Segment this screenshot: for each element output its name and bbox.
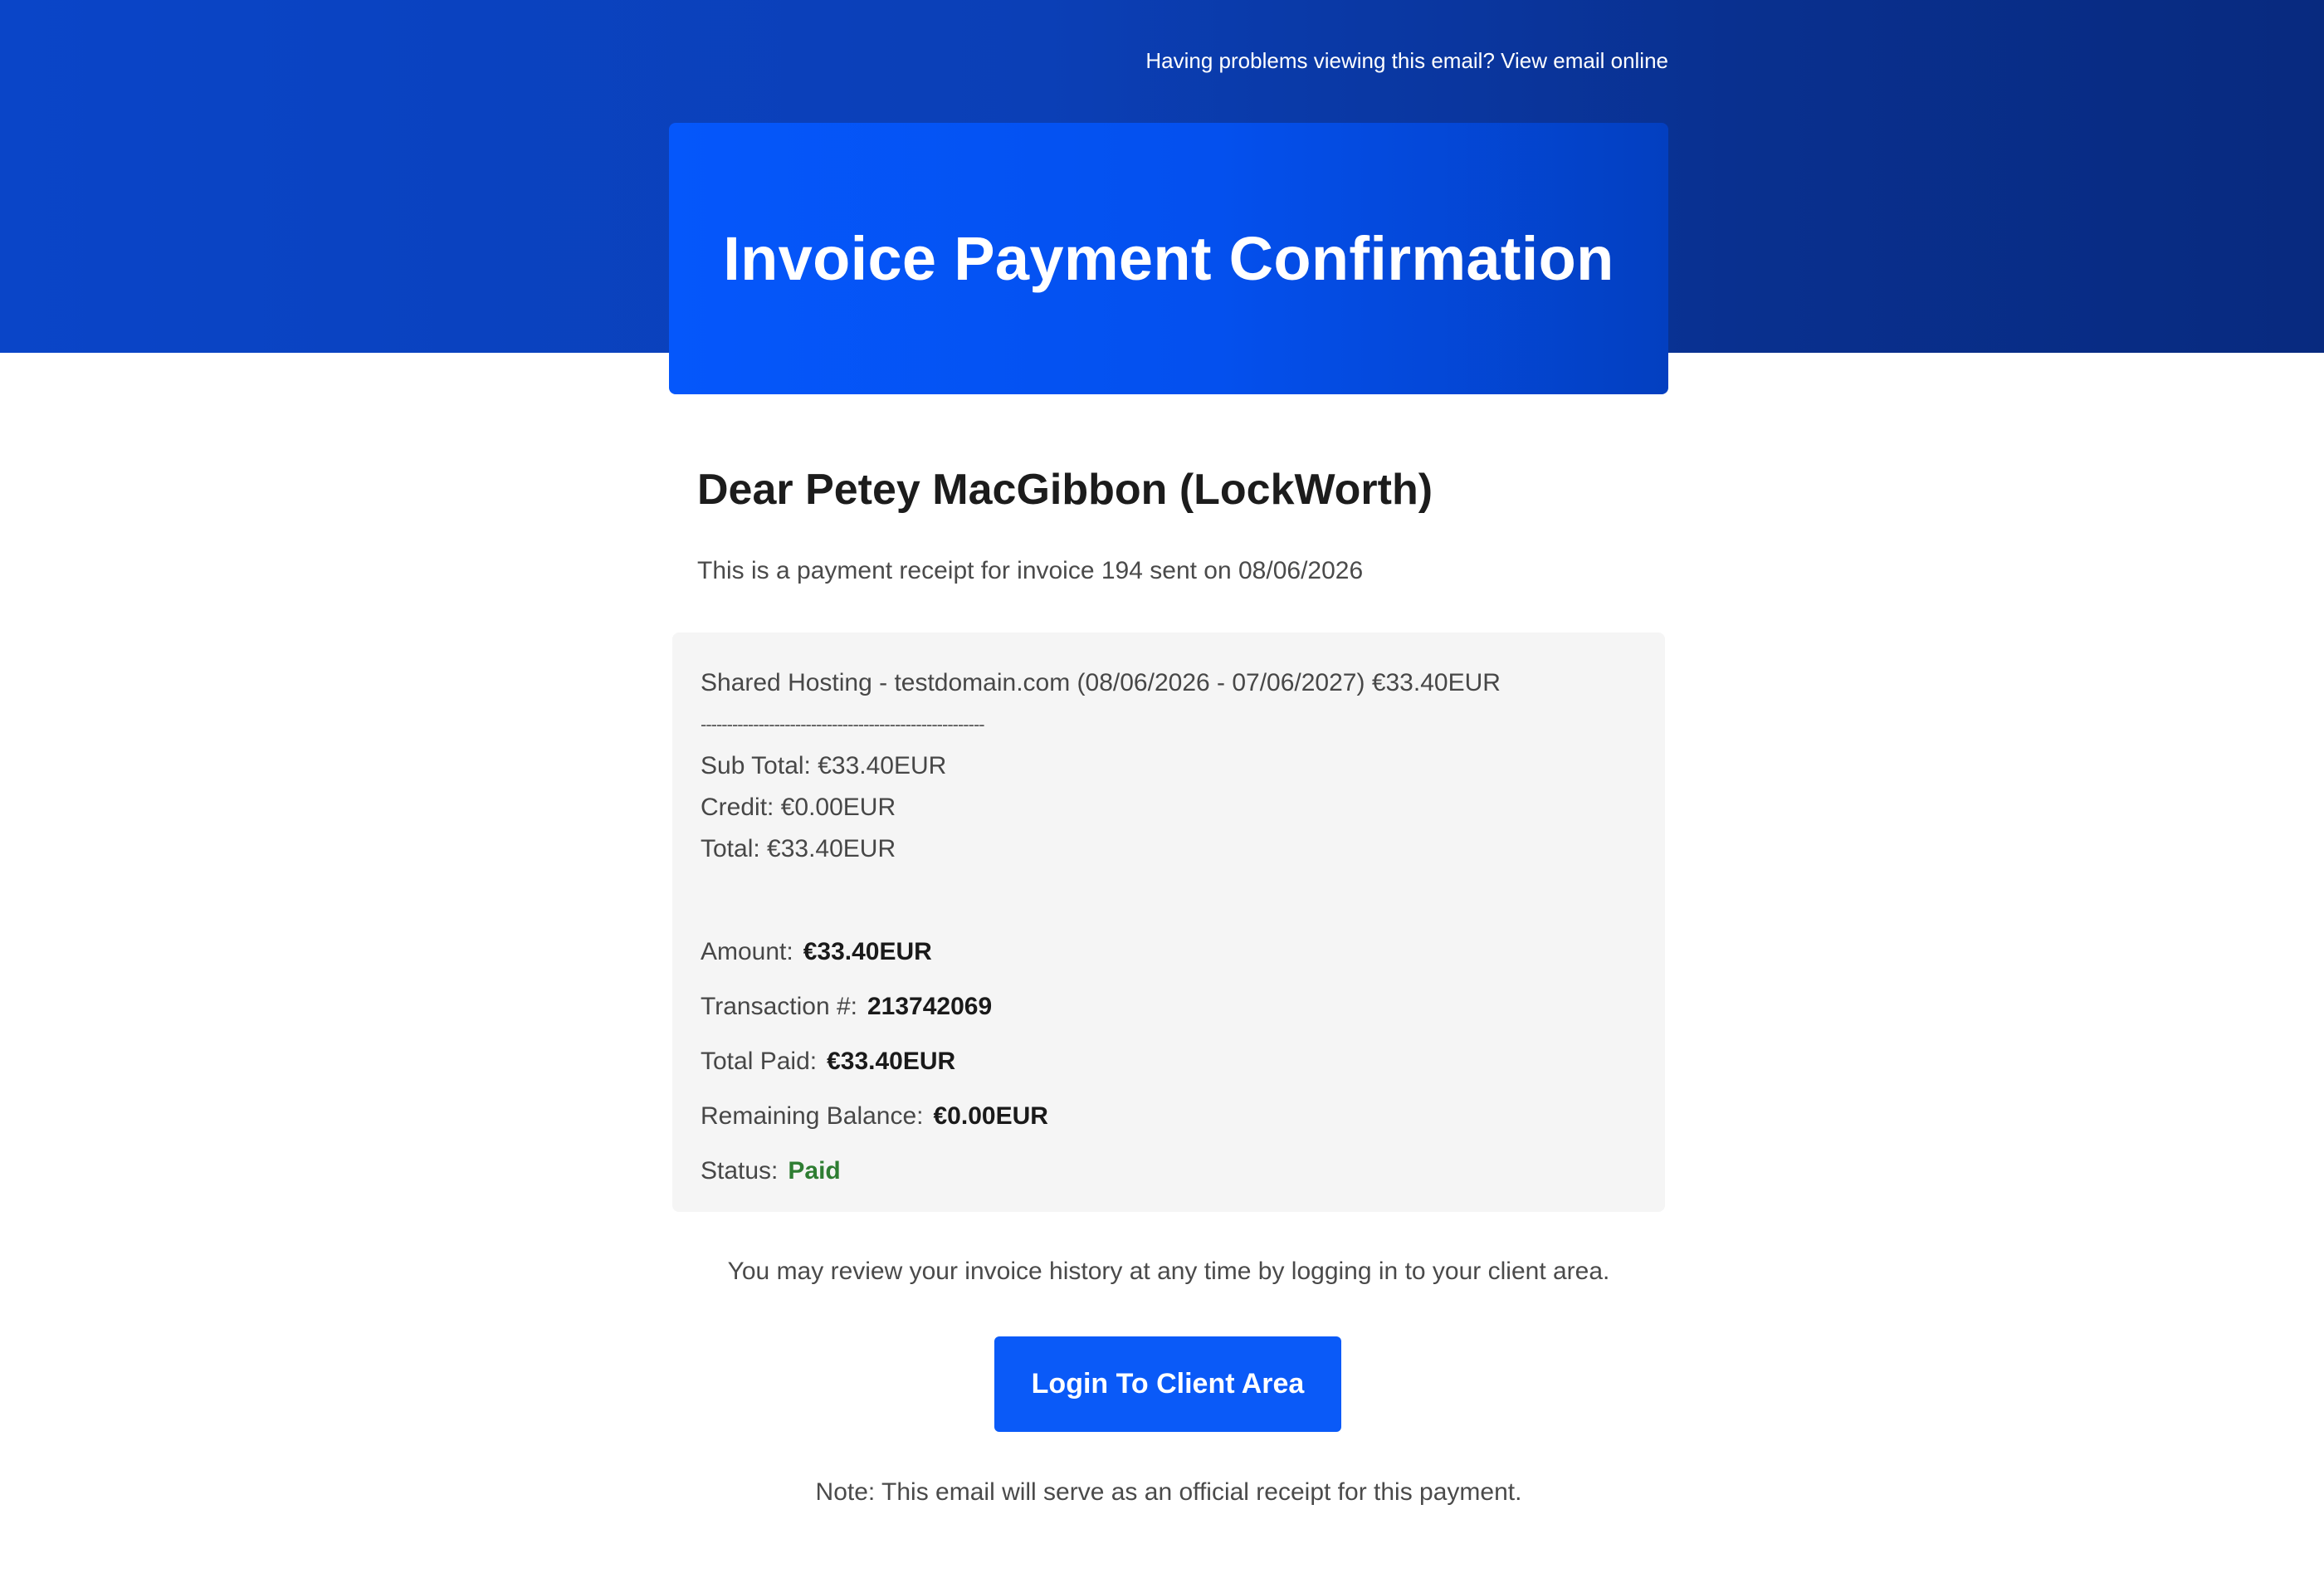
remaining-balance-value: €0.00EUR xyxy=(933,1102,1048,1130)
login-to-client-area-button[interactable]: Login To Client Area xyxy=(994,1336,1341,1432)
view-online-link[interactable]: View email online xyxy=(1501,48,1668,73)
invoice-line-item: Shared Hosting - testdomain.com (08/06/2… xyxy=(701,669,1501,696)
amount-value: €33.40EUR xyxy=(803,938,932,965)
receipt-note: Note: This email will serve as an offici… xyxy=(815,1478,1522,1506)
greeting-heading: Dear Petey MacGibbon (LockWorth) xyxy=(697,466,1433,514)
preheader: Having problems viewing this email? View… xyxy=(1145,46,1668,75)
status-label: Status: xyxy=(701,1157,779,1185)
amount-row: Amount: €33.40EUR xyxy=(701,925,1637,979)
status-row: Status: Paid xyxy=(701,1144,1637,1199)
page-title: Invoice Payment Confirmation xyxy=(723,224,1614,293)
invoice-summary-panel: Shared Hosting - testdomain.com (08/06/2… xyxy=(672,633,1665,1212)
review-text: You may review your invoice history at a… xyxy=(727,1258,1610,1285)
transaction-label: Transaction #: xyxy=(701,993,857,1020)
transaction-row: Transaction #: 213742069 xyxy=(701,979,1637,1034)
total-paid-value: €33.40EUR xyxy=(827,1048,956,1075)
intro-text: This is a payment receipt for invoice 19… xyxy=(697,557,1364,584)
status-badge: Paid xyxy=(788,1157,841,1185)
hero-banner: Invoice Payment Confirmation xyxy=(669,123,1668,394)
total-paid-label: Total Paid: xyxy=(701,1048,818,1075)
total-paid-row: Total Paid: €33.40EUR xyxy=(701,1034,1637,1089)
remaining-balance-label: Remaining Balance: xyxy=(701,1102,924,1130)
sub-total: Sub Total: €33.40EUR xyxy=(701,752,947,779)
credit: Credit: €0.00EUR xyxy=(701,794,896,821)
preheader-text: Having problems viewing this email? xyxy=(1145,48,1501,73)
amount-label: Amount: xyxy=(701,938,793,965)
total: Total: €33.40EUR xyxy=(701,835,896,862)
remaining-balance-row: Remaining Balance: €0.00EUR xyxy=(701,1089,1637,1144)
transaction-value: 213742069 xyxy=(867,993,993,1020)
divider: ----------------------------------------… xyxy=(701,714,985,735)
